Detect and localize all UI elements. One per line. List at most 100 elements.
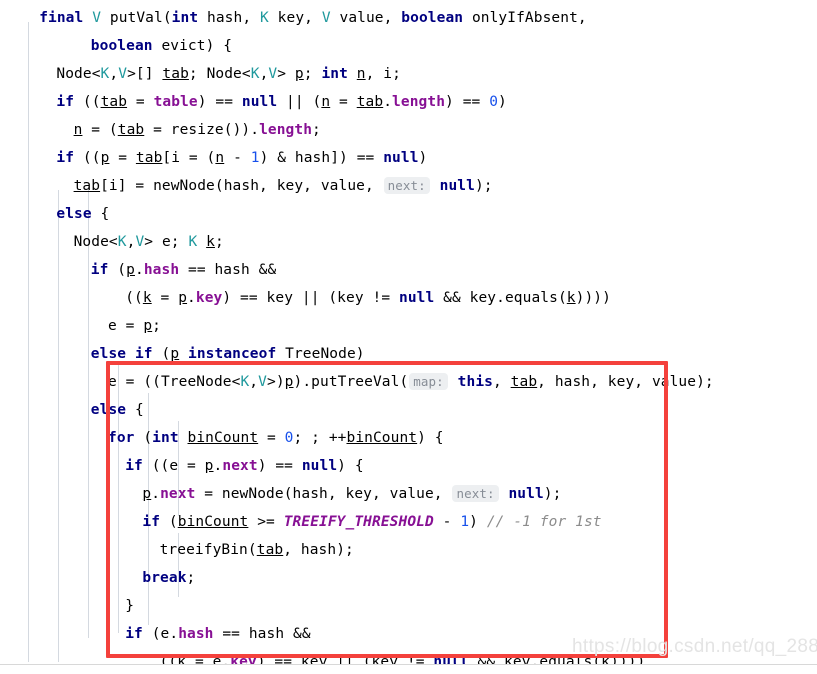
code-token-plain: ( bbox=[152, 346, 171, 362]
code-line[interactable]: treeifyBin(tab, hash); bbox=[0, 536, 817, 564]
code-line[interactable]: else if (p instanceof TreeNode) bbox=[0, 340, 817, 368]
code-line[interactable]: tab[i] = newNode(hash, key, value, next:… bbox=[0, 172, 817, 200]
code-token-localvar: p bbox=[204, 458, 214, 474]
code-line[interactable]: else { bbox=[0, 396, 817, 424]
code-line[interactable]: final V putVal(int hash, K key, V value,… bbox=[0, 4, 817, 32]
code-token-localvar: n bbox=[321, 94, 331, 110]
code-token-constant: TREEIFY_THRESHOLD bbox=[283, 514, 434, 530]
code-token-plain: = bbox=[330, 94, 357, 110]
code-token-plain: >) bbox=[266, 374, 285, 390]
code-token-plain: (( bbox=[74, 150, 101, 166]
code-token-kw: null bbox=[439, 178, 475, 194]
code-token-kw: final bbox=[39, 10, 84, 26]
code-line[interactable]: Node<K,V> e; K k; bbox=[0, 228, 817, 256]
code-token-localvar: tab bbox=[135, 150, 163, 166]
code-line[interactable]: ((k = p.key) == key || (key != null && k… bbox=[0, 284, 817, 312]
code-token-plain: ((e = bbox=[142, 458, 205, 474]
code-token-hint: next: bbox=[452, 485, 499, 502]
code-token-type: K bbox=[259, 10, 269, 26]
code-token-localvar: n bbox=[215, 150, 225, 166]
code-token-field: hash bbox=[143, 262, 180, 278]
code-line[interactable]: break; bbox=[0, 564, 817, 592]
code-token-plain: { bbox=[126, 402, 144, 418]
code-token-type: V bbox=[92, 10, 102, 26]
code-token-localvar: k bbox=[142, 290, 152, 306]
code-token-localvar: tab bbox=[162, 66, 189, 82]
code-token-num: 0 bbox=[284, 430, 294, 446]
code-line[interactable]: if (binCount >= TREEIFY_THRESHOLD - 1) /… bbox=[0, 508, 817, 536]
code-token-plain: = bbox=[109, 150, 136, 166]
code-token-plain: ) == bbox=[445, 94, 490, 110]
code-line[interactable]: Node<K,V>[] tab; Node<K,V> p; int n, i; bbox=[0, 60, 817, 88]
code-token-plain: (( bbox=[125, 290, 143, 306]
code-token-plain: - bbox=[433, 514, 461, 530]
code-token-plain: hash, bbox=[198, 10, 260, 26]
code-token-plain: ) bbox=[418, 150, 428, 166]
code-token-plain: ; bbox=[312, 122, 321, 138]
code-token-kw: this bbox=[457, 374, 493, 390]
code-line[interactable]: for (int binCount = 0; ; ++binCount) { bbox=[0, 424, 817, 452]
code-token-plain: ) { bbox=[337, 458, 364, 474]
code-line[interactable]: n = (tab = resize()).length; bbox=[0, 116, 817, 144]
code-token-kw: if bbox=[125, 626, 143, 642]
code-line[interactable]: p.next = newNode(hash, key, value, next:… bbox=[0, 480, 817, 508]
code-line[interactable]: } bbox=[0, 592, 817, 620]
code-token-plain: . bbox=[151, 486, 161, 502]
code-token-plain: Node< bbox=[56, 66, 101, 82]
code-token-type: K bbox=[240, 374, 250, 390]
code-token-localvar: p bbox=[170, 346, 180, 362]
code-line[interactable]: else { bbox=[0, 200, 817, 228]
code-token-field: key bbox=[195, 290, 223, 306]
code-line[interactable]: if ((tab = table) == null || (n = tab.le… bbox=[0, 88, 817, 116]
code-line[interactable]: e = p; bbox=[0, 312, 817, 340]
code-viewport[interactable]: final V putVal(int hash, K key, V value,… bbox=[0, 0, 817, 670]
code-token-kw: null bbox=[383, 150, 419, 166]
code-token-kw: break bbox=[142, 570, 187, 586]
code-line[interactable]: boolean evict) { bbox=[0, 32, 817, 60]
code-token-plain: (( bbox=[74, 94, 101, 110]
code-token-kw: null bbox=[399, 290, 435, 306]
code-token-num: 1 bbox=[460, 514, 470, 530]
code-token-kw: else bbox=[90, 346, 127, 362]
code-token-plain: ( bbox=[134, 430, 153, 446]
code-token-kw: else bbox=[56, 206, 92, 222]
code-token-plain: ; bbox=[214, 234, 224, 250]
code-token-plain: , hash, key, value); bbox=[537, 374, 714, 390]
code-editor-screenshot: final V putVal(int hash, K key, V value,… bbox=[0, 0, 817, 674]
code-token-kw: int bbox=[321, 66, 348, 82]
code-token-plain: . bbox=[134, 262, 144, 278]
code-token-plain: , i; bbox=[365, 66, 401, 82]
code-token-comment: // -1 for 1st bbox=[486, 514, 602, 530]
code-token-plain: = ( bbox=[82, 122, 118, 138]
code-token-kw: boolean bbox=[401, 10, 464, 26]
code-token-kw: instanceof bbox=[188, 346, 277, 362]
code-token-num: 1 bbox=[250, 150, 260, 166]
code-token-plain: ( bbox=[108, 262, 127, 278]
code-line[interactable]: if (p.hash == hash && bbox=[0, 256, 817, 284]
code-line[interactable]: if ((p = tab[i = (n - 1) & hash]) == nul… bbox=[0, 144, 817, 172]
code-token-kw: int bbox=[152, 430, 179, 446]
code-token-plain: treeifyBin( bbox=[159, 542, 257, 558]
code-token-plain: (e. bbox=[142, 626, 179, 642]
code-token-type: K bbox=[250, 66, 260, 82]
code-token-localvar: k bbox=[566, 290, 576, 306]
code-token-plain: ); bbox=[543, 486, 562, 502]
code-token-plain: ) bbox=[498, 94, 507, 110]
code-token-plain: Node< bbox=[73, 234, 118, 250]
code-line[interactable]: if ((e = p.next) == null) { bbox=[0, 452, 817, 480]
code-token-plain: key, bbox=[268, 10, 322, 26]
code-token-localvar: tab bbox=[117, 122, 145, 138]
code-token-plain: [i = ( bbox=[162, 150, 216, 166]
code-token-localvar: p bbox=[294, 66, 304, 82]
code-token-localvar: p bbox=[143, 318, 153, 334]
code-line[interactable]: e = ((TreeNode<K,V>)p).putTreeVal(map: t… bbox=[0, 368, 817, 396]
code-token-kw: if bbox=[134, 346, 153, 362]
code-token-type: V bbox=[268, 66, 278, 82]
code-token-plain: ) { bbox=[417, 430, 444, 446]
code-token-localvar: tab bbox=[73, 178, 101, 194]
code-token-type: K bbox=[117, 234, 127, 250]
code-token-field: length bbox=[392, 94, 446, 110]
code-token-field: next bbox=[160, 486, 196, 502]
